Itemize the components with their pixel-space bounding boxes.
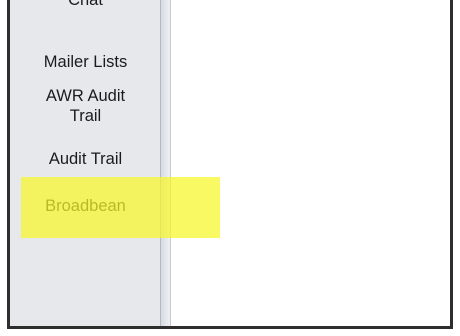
sidebar-item-audit-trail[interactable]: Audit Trail [10, 149, 161, 169]
sidebar-item-label: Audit Trail [48, 150, 123, 168]
sidebar-item-label: Mailer Lists [43, 53, 128, 71]
sidebar-splitter[interactable] [161, 0, 171, 326]
app-window-frame: Chat Mailer Lists AWR Audit Trail Audit … [7, 0, 453, 329]
sidebar-item-label: Chat [68, 0, 103, 9]
sidebar-item-label: AWR Audit Trail [45, 87, 126, 125]
sidebar-item-broadbean[interactable]: Broadbean [10, 196, 161, 216]
sidebar-item-awr-audit-trail[interactable]: AWR Audit Trail [10, 86, 161, 126]
sidebar-item-chat[interactable]: Chat [10, 0, 161, 10]
sidebar-nav: Chat Mailer Lists AWR Audit Trail Audit … [10, 0, 161, 326]
main-content-area [172, 0, 450, 326]
sidebar-item-mailer-lists[interactable]: Mailer Lists [10, 52, 161, 72]
sidebar-item-label: Broadbean [45, 197, 126, 215]
